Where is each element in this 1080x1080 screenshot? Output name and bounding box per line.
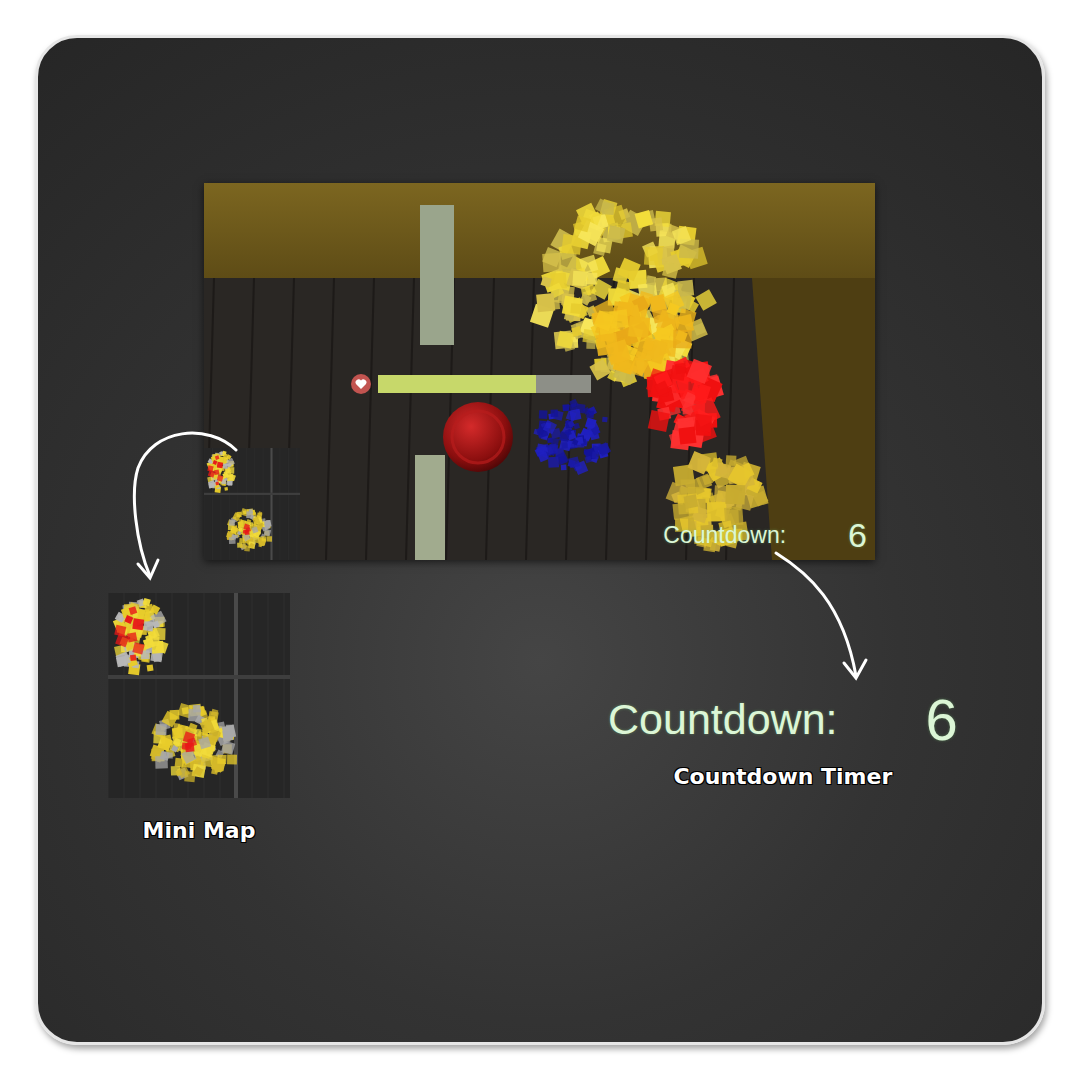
countdown-enlarged: Countdown: 6 [608,688,958,752]
wall-pillar [420,205,454,345]
red-sphere [443,402,513,472]
wood-floor [204,278,772,560]
countdown-value: 6 [848,517,867,554]
countdown-label: Countdown: [663,522,786,550]
callout-arrows [38,38,1042,1042]
health-track [378,375,591,393]
minimap-enlarged [108,593,290,798]
countdown-arrow-icon [776,553,866,678]
heart-icon [350,373,372,395]
minimap-drawing [204,448,300,560]
countdown-timer: Countdown: 6 [663,517,867,554]
game-scene [204,183,875,560]
back-wall [204,183,875,278]
minimap-enlarged-drawing [108,593,290,798]
player-swarm [534,399,612,475]
minimap-units [113,598,237,782]
showcase-card: Countdown: 6 Mini Map Countdown: 6 Countdown … [35,35,1045,1045]
minimap-units [207,451,272,552]
health-bar [350,373,591,395]
right-wall [204,183,875,560]
minimap [204,448,300,560]
page: Countdown: 6 Mini Map Countdown: 6 Countdown … [0,0,1080,1080]
countdown-callout: Countdown: 6 Countdown Timer [608,688,958,791]
wall-pillar [415,455,445,560]
health-fill [378,375,536,393]
minimap-arrow-icon [134,433,236,578]
countdown-label: Countdown: [608,694,838,746]
game-screenshot: Countdown: 6 [204,183,875,560]
callout-label: Mini Map [139,816,260,845]
minimap-callout: Mini Map [108,593,290,845]
callout-label: Countdown Timer [669,762,896,791]
countdown-value: 6 [926,688,958,752]
